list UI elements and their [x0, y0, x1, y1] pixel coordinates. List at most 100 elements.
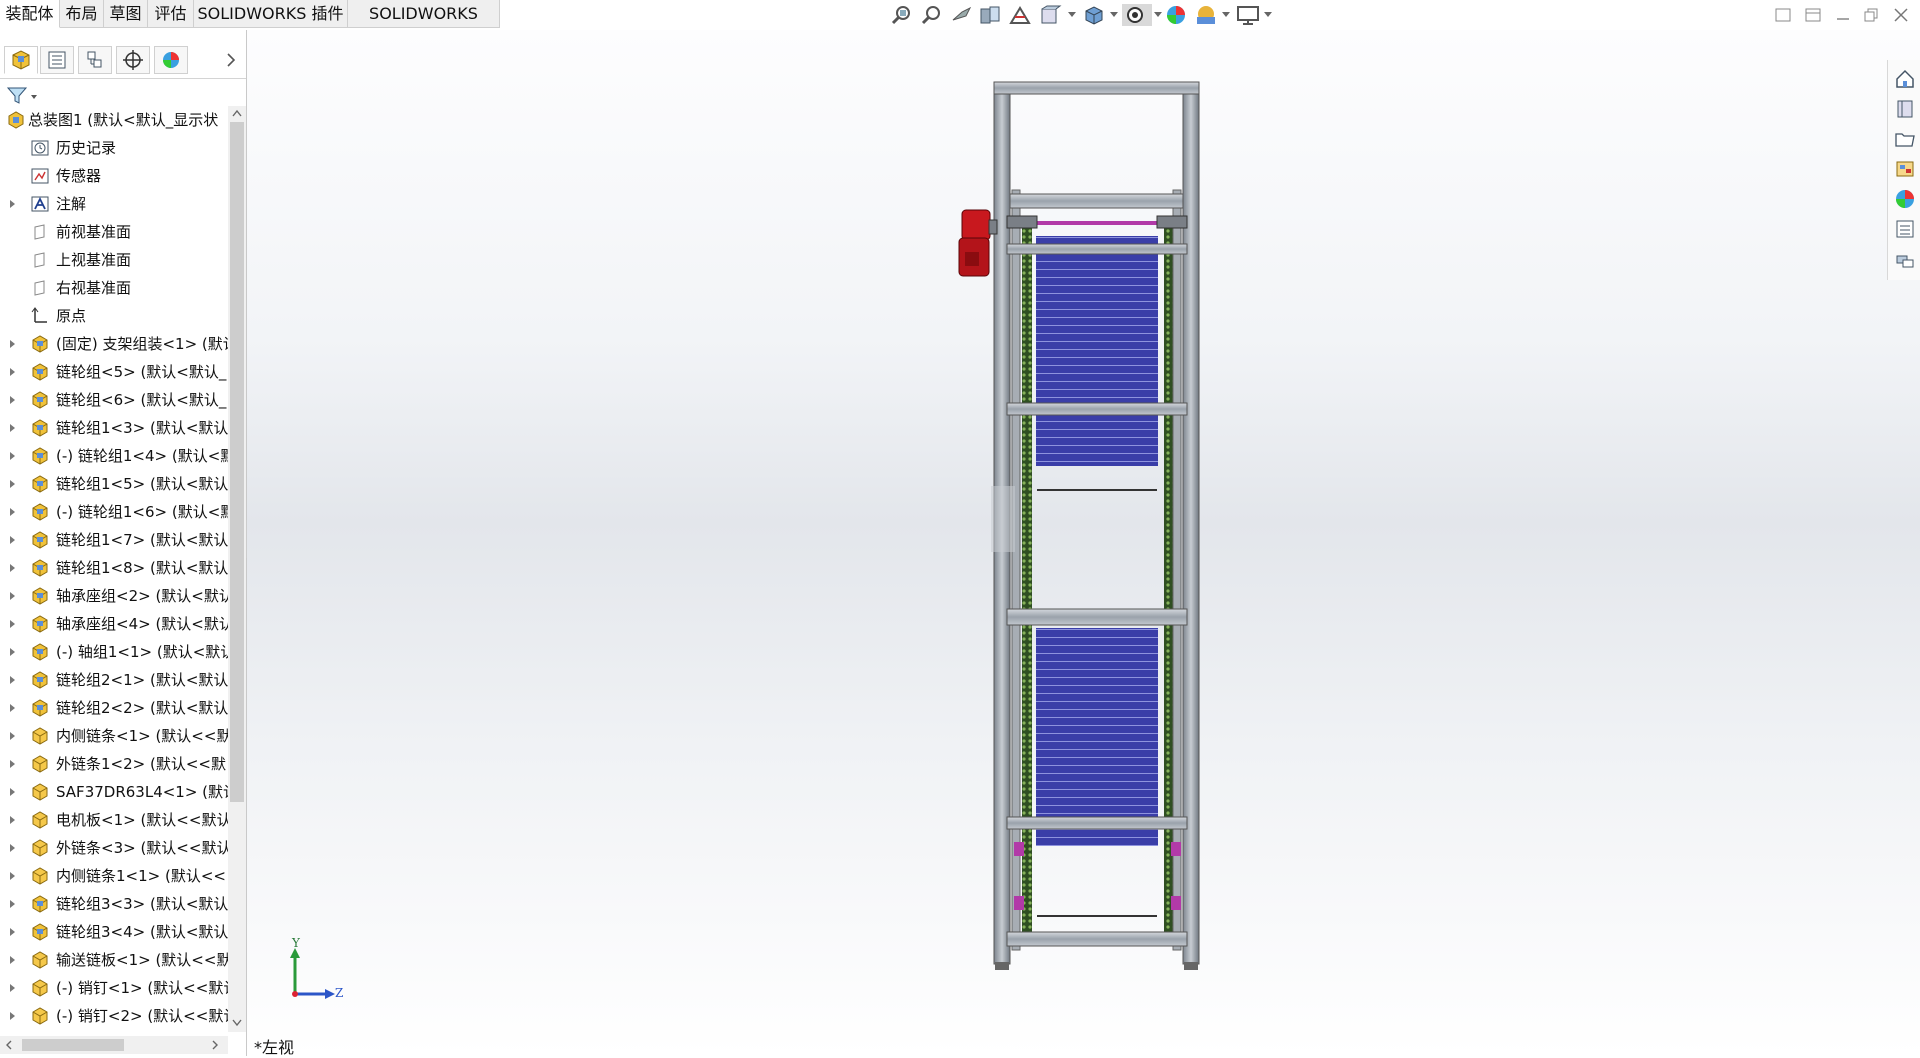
display-style-icon[interactable]: [1082, 4, 1106, 26]
tree-item[interactable]: 传感器: [0, 162, 228, 190]
previous-view-icon[interactable]: [950, 4, 974, 26]
expand-arrow-icon[interactable]: [10, 536, 15, 544]
tab-solidworks-addins[interactable]: SOLIDWORKS 插件: [194, 0, 348, 28]
tree-item[interactable]: 链轮组2<2> (默认<默认: [0, 694, 228, 722]
expand-arrow-icon[interactable]: [10, 704, 15, 712]
expand-arrow-icon[interactable]: [10, 760, 15, 768]
forum-icon[interactable]: [1894, 250, 1916, 272]
zoom-to-fit-icon[interactable]: [890, 4, 914, 26]
displaymanager-tab[interactable]: [154, 46, 188, 74]
conveyor-model[interactable]: [247, 30, 1920, 1056]
tree-item[interactable]: 链轮组1<7> (默认<默认: [0, 526, 228, 554]
expand-arrow-icon[interactable]: [10, 872, 15, 880]
edit-appearance-icon[interactable]: [1164, 4, 1188, 26]
expand-arrow-icon[interactable]: [10, 452, 15, 460]
expand-arrow-icon[interactable]: [10, 788, 15, 796]
tree-item[interactable]: 外链条1<2> (默认<<默: [0, 750, 228, 778]
tree-item[interactable]: 历史记录: [0, 134, 228, 162]
expand-arrow-icon[interactable]: [10, 564, 15, 572]
expand-arrow-icon[interactable]: [10, 928, 15, 936]
tree-item[interactable]: 链轮组1<3> (默认<默认: [0, 414, 228, 442]
scroll-up-icon[interactable]: [231, 108, 243, 118]
design-library-icon[interactable]: [1894, 98, 1916, 120]
tree-item[interactable]: 链轮组<5> (默认<默认_: [0, 358, 228, 386]
tree-item[interactable]: 链轮组3<3> (默认<默认: [0, 890, 228, 918]
view-settings-icon[interactable]: [1236, 4, 1260, 26]
custom-properties-icon[interactable]: [1894, 218, 1916, 240]
chevron-down-icon[interactable]: [1222, 12, 1230, 17]
expand-arrow-icon[interactable]: [10, 816, 15, 824]
configurationmanager-tab[interactable]: [78, 46, 112, 74]
expand-arrow-icon[interactable]: [10, 424, 15, 432]
tab-solidworks-mbd[interactable]: SOLIDWORKS MBD: [348, 0, 500, 51]
tree-item[interactable]: 链轮组2<1> (默认<默认: [0, 666, 228, 694]
appearances-icon[interactable]: [1894, 188, 1916, 210]
graphics-area[interactable]: Y Z: [247, 30, 1920, 1056]
expand-arrow-icon[interactable]: [10, 844, 15, 852]
tree-item[interactable]: (-) 链轮组1<6> (默认<默: [0, 498, 228, 526]
expand-arrow-icon[interactable]: [10, 480, 15, 488]
section-view-icon[interactable]: [978, 4, 1002, 26]
chevron-down-icon[interactable]: [1068, 12, 1076, 17]
expand-arrow-icon[interactable]: [10, 592, 15, 600]
close-icon[interactable]: [1892, 6, 1910, 24]
chevron-down-icon[interactable]: [1264, 12, 1272, 17]
tree-item[interactable]: 前视基准面: [0, 218, 228, 246]
file-explorer-icon[interactable]: [1894, 128, 1916, 150]
tree-item[interactable]: 输送链板<1> (默认<<默: [0, 946, 228, 974]
tile-icon[interactable]: [1774, 6, 1792, 24]
expand-arrow-icon[interactable]: [10, 900, 15, 908]
scroll-down-icon[interactable]: [231, 1018, 243, 1028]
expand-arrow-icon[interactable]: [10, 732, 15, 740]
restore-icon[interactable]: [1862, 6, 1880, 24]
tree-horizontal-scrollbar[interactable]: [0, 1036, 228, 1054]
home-icon[interactable]: [1894, 68, 1916, 90]
tab-evaluate[interactable]: 评估: [148, 0, 194, 28]
expand-arrow-icon[interactable]: [10, 984, 15, 992]
chevron-right-icon[interactable]: [224, 52, 238, 68]
featuremanager-tab[interactable]: [4, 46, 38, 74]
expand-arrow-icon[interactable]: [10, 340, 15, 348]
minimize-icon[interactable]: [1834, 6, 1852, 24]
tree-item[interactable]: (-) 轴组1<1> (默认<默认: [0, 638, 228, 666]
tree-item[interactable]: (-) 链轮组1<4> (默认<默: [0, 442, 228, 470]
tab-sketch[interactable]: 草图: [104, 0, 148, 28]
expand-arrow-icon[interactable]: [10, 368, 15, 376]
apply-scene-icon[interactable]: [1194, 4, 1218, 26]
chevron-down-icon[interactable]: [1110, 12, 1118, 17]
tree-item[interactable]: 链轮组1<5> (默认<默认: [0, 470, 228, 498]
tree-item[interactable]: 原点: [0, 302, 228, 330]
expand-arrow-icon[interactable]: [10, 396, 15, 404]
scroll-right-icon[interactable]: [210, 1040, 220, 1050]
expand-arrow-icon[interactable]: [10, 620, 15, 628]
expand-arrow-icon[interactable]: [10, 648, 15, 656]
scroll-left-icon[interactable]: [4, 1040, 14, 1050]
tree-item[interactable]: 上视基准面: [0, 246, 228, 274]
filter-icon[interactable]: [6, 86, 38, 106]
restore-viewport-icon[interactable]: [1804, 6, 1822, 24]
tree-root-assembly[interactable]: 总装图1 (默认<默认_显示状: [0, 106, 228, 134]
tree-item[interactable]: 右视基准面: [0, 274, 228, 302]
dimxpert-tab[interactable]: [116, 46, 150, 74]
expand-arrow-icon[interactable]: [10, 956, 15, 964]
tree-vertical-scrollbar[interactable]: [228, 106, 246, 1032]
scroll-thumb[interactable]: [230, 122, 244, 802]
expand-arrow-icon[interactable]: [10, 508, 15, 516]
scroll-thumb[interactable]: [22, 1039, 124, 1051]
tree-item[interactable]: SAF37DR63L4<1> (默认: [0, 778, 228, 806]
hide-show-icon[interactable]: [1122, 4, 1152, 26]
chevron-down-icon[interactable]: [1154, 12, 1162, 17]
view-palette-icon[interactable]: [1894, 158, 1916, 180]
tree-item[interactable]: 轴承座组<4> (默认<默认: [0, 610, 228, 638]
tree-item[interactable]: 电机板<1> (默认<<默认: [0, 806, 228, 834]
tree-item[interactable]: (固定) 支架组装<1> (默认: [0, 330, 228, 358]
expand-arrow-icon[interactable]: [10, 200, 15, 208]
tree-item[interactable]: 外链条<3> (默认<<默认: [0, 834, 228, 862]
tree-item[interactable]: 注解: [0, 190, 228, 218]
tree-item[interactable]: 链轮组<6> (默认<默认_: [0, 386, 228, 414]
expand-arrow-icon[interactable]: [10, 1012, 15, 1020]
tree-item[interactable]: 轴承座组<2> (默认<默认: [0, 582, 228, 610]
dynamic-annotation-icon[interactable]: [1008, 4, 1032, 26]
tab-layout[interactable]: 布局: [60, 0, 104, 28]
view-orientation-icon[interactable]: [1038, 4, 1062, 26]
